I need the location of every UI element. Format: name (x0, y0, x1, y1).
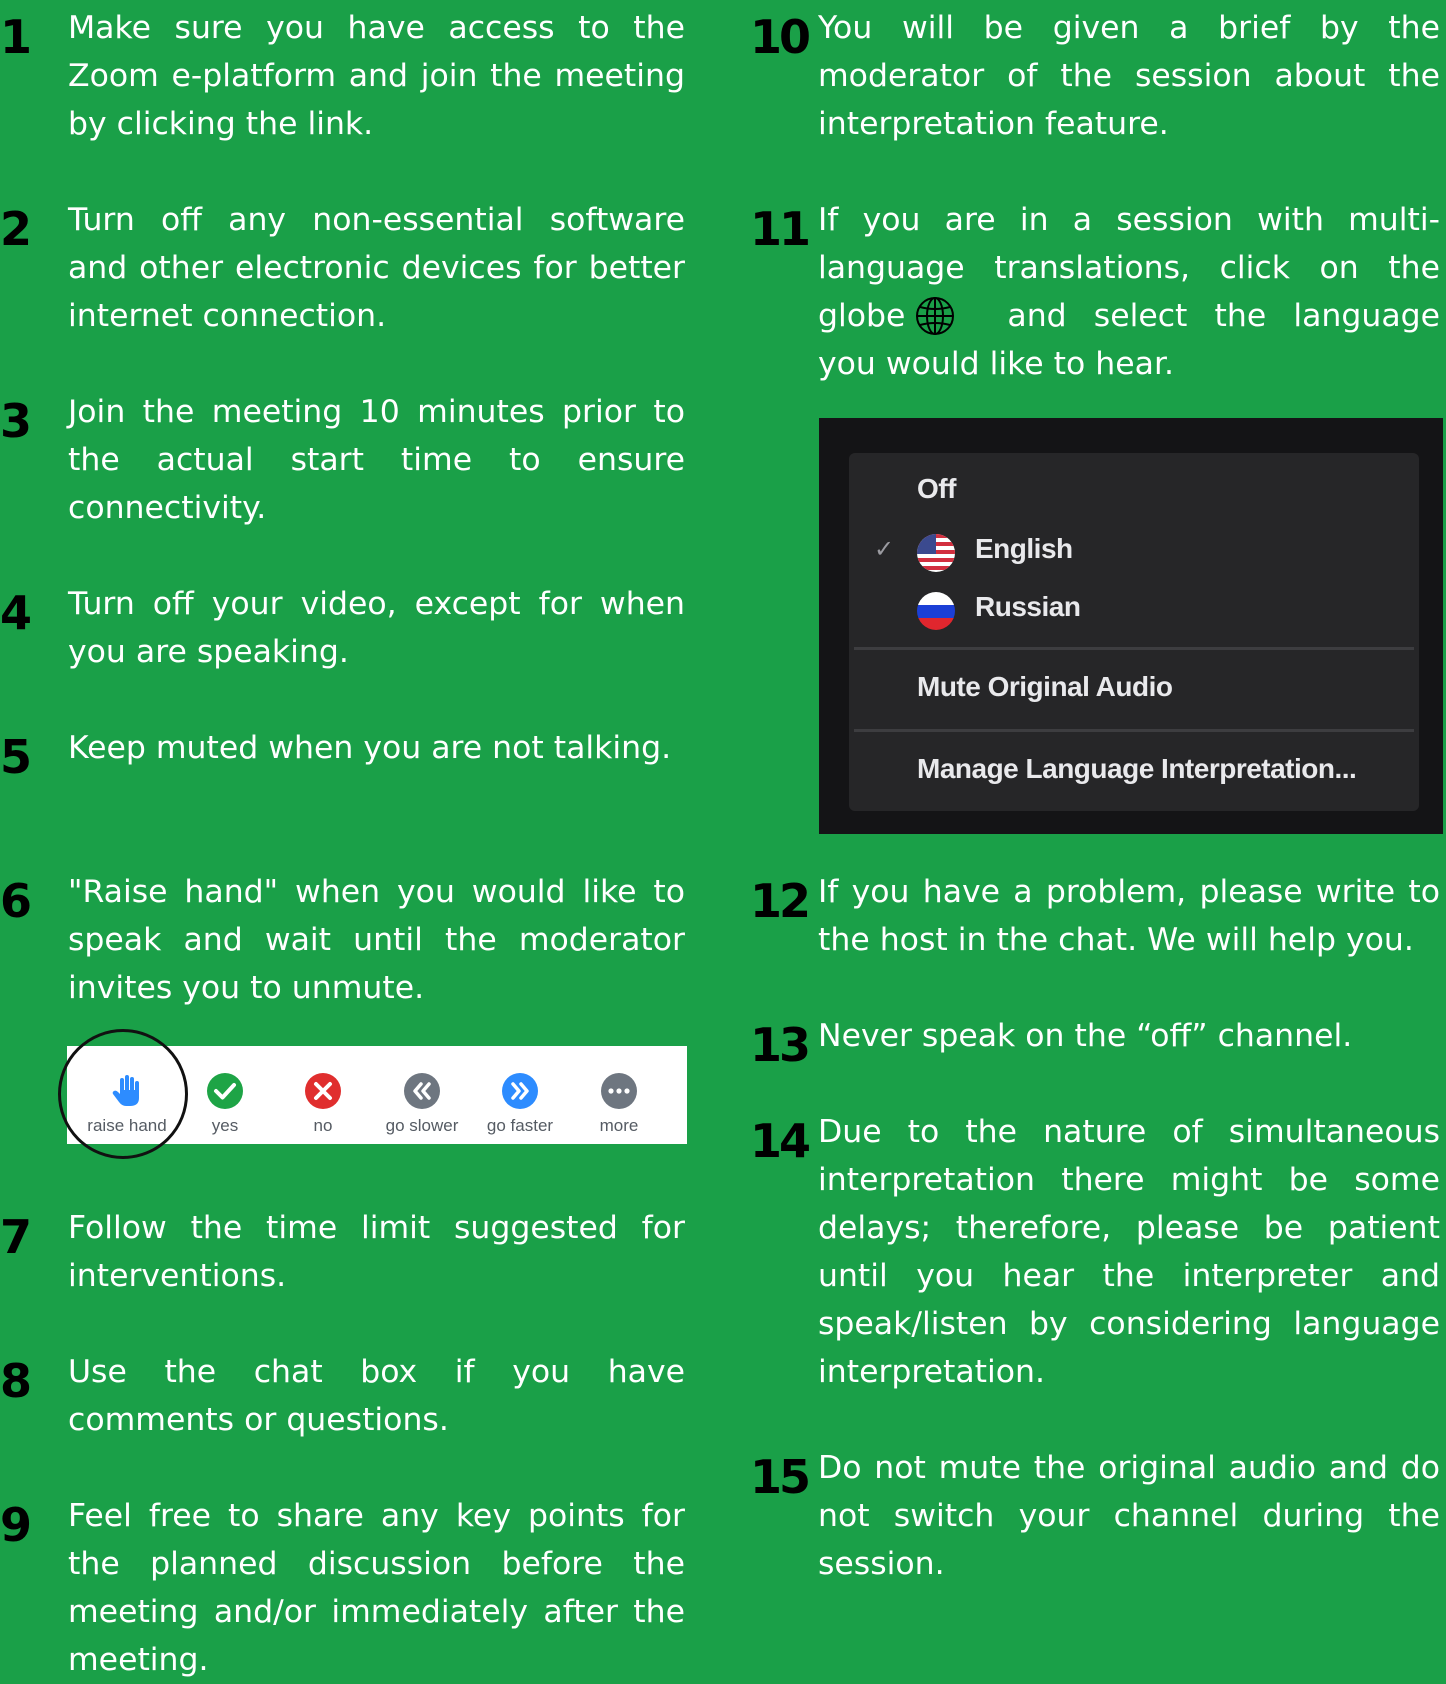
step-number: 8 (0, 1354, 32, 1408)
step-text: Never speak on the “off” channel. (818, 1018, 1353, 1054)
step-number: 15 (750, 1450, 811, 1504)
step-text: If you have a problem, please write to t… (818, 874, 1440, 958)
check-icon: ✓ (874, 536, 895, 563)
step-text: Follow the time limit suggested for inte… (68, 1210, 685, 1294)
step-number: 1 (0, 10, 32, 64)
step-number: 2 (0, 202, 32, 256)
globe-icon (916, 297, 955, 335)
language-menu-screenshot: Off ✓ English Russian Mute Original Audi… (819, 418, 1443, 834)
go-faster-button[interactable]: go faster (470, 1046, 570, 1144)
step-text: Make sure you have access to the Zoom e-… (68, 10, 685, 142)
rewind-icon (404, 1073, 440, 1109)
russia-flag-icon (917, 592, 955, 630)
step-number: 5 (0, 730, 32, 784)
more-icon (601, 1073, 637, 1109)
step-text: Join the meeting 10 minutes prior to the… (68, 394, 685, 526)
no-button[interactable]: no (273, 1046, 373, 1144)
step-text: Turn off any non-essential software and … (68, 202, 685, 334)
step-number: 9 (0, 1498, 32, 1552)
step-number: 14 (750, 1114, 811, 1168)
more-label: more (599, 1116, 639, 1135)
step-number: 7 (0, 1210, 32, 1264)
step-text: Do not mute the original audio and do no… (818, 1450, 1440, 1582)
yes-button[interactable]: yes (175, 1046, 275, 1144)
menu-item-off[interactable]: Off (849, 463, 1419, 519)
menu-item-label: English (975, 533, 1073, 564)
step-number: 6 (0, 874, 32, 928)
step-text: Keep muted when you are not talking. (68, 730, 672, 766)
menu-item-label: Mute Original Audio (917, 671, 1173, 702)
menu-item-russian[interactable]: Russian (849, 581, 1419, 637)
go-slower-button[interactable]: go slower (372, 1046, 472, 1144)
menu-separator (854, 647, 1414, 650)
step-text: "Raise hand" when you would like to spea… (68, 874, 685, 1006)
step-number: 12 (750, 874, 811, 928)
step-number: 3 (0, 394, 32, 448)
menu-separator (854, 729, 1414, 732)
more-button[interactable]: more (569, 1046, 669, 1144)
us-flag-icon (917, 534, 955, 572)
step-text: If you are in a session with multi-langu… (818, 196, 1440, 388)
menu-item-english[interactable]: ✓ English (849, 523, 1419, 579)
step-number: 11 (750, 202, 811, 256)
step-number: 13 (750, 1018, 811, 1072)
language-menu: Off ✓ English Russian Mute Original Audi… (849, 453, 1419, 811)
step-text: Use the chat box if you have comments or… (68, 1354, 685, 1438)
menu-item-label: Manage Language Interpretation... (917, 753, 1357, 784)
step-text: You will be given a brief by the moderat… (818, 10, 1440, 142)
step-text-after: and select the language you would like t… (818, 298, 1440, 382)
close-icon (305, 1073, 341, 1109)
step-text: Due to the nature of simultaneous interp… (818, 1114, 1440, 1390)
step-text: Feel free to share any key points for th… (68, 1498, 685, 1678)
menu-item-manage-interpretation[interactable]: Manage Language Interpretation... (849, 743, 1419, 799)
step-number: 10 (750, 10, 811, 64)
fast-forward-icon (502, 1073, 538, 1109)
highlight-circle (58, 1029, 188, 1159)
step-text: Turn off your video, except for when you… (68, 586, 685, 670)
step-number: 4 (0, 586, 32, 640)
menu-item-label: Off (917, 473, 956, 504)
menu-item-mute-original-audio[interactable]: Mute Original Audio (849, 661, 1419, 717)
menu-item-label: Russian (975, 591, 1081, 622)
check-icon (207, 1073, 243, 1109)
